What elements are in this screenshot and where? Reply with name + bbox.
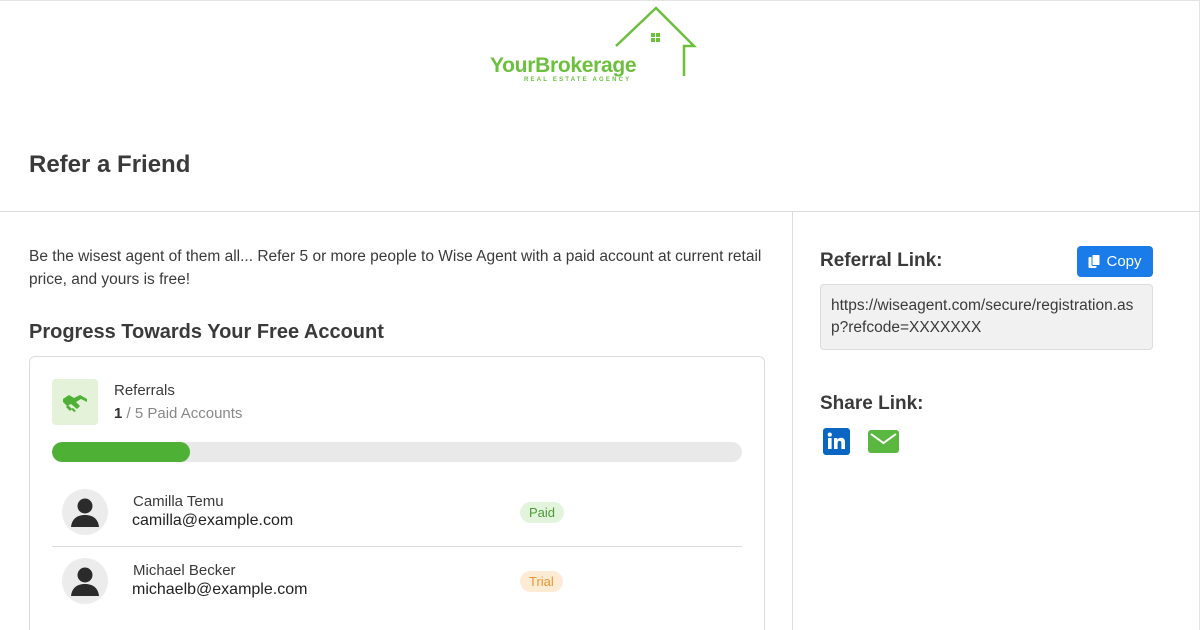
referral-email: camilla@example.com — [132, 512, 294, 529]
envelope-glyph — [870, 433, 897, 445]
linkedin-glyph — [827, 432, 845, 449]
person-icon — [71, 498, 99, 527]
referrals-label: Referrals — [114, 382, 175, 399]
copy-icon — [1088, 254, 1101, 268]
share-link-label: Share Link: — [820, 393, 924, 414]
referral-name: Michael Becker — [133, 562, 236, 579]
brokerage-logo: YourBrokerage REAL ESTATE AGENCY — [488, 6, 698, 88]
referrals-total-text: / 5 Paid Accounts — [126, 405, 243, 422]
referrals-icon-box — [52, 379, 98, 425]
handshake-icon — [63, 395, 87, 412]
logo-tagline: REAL ESTATE AGENCY — [524, 77, 632, 83]
referral-progress-fill — [52, 442, 190, 462]
column-divider — [792, 212, 793, 630]
referral-link-field[interactable]: https://wiseagent.com/secure/registratio… — [820, 284, 1153, 350]
status-badge: Paid — [520, 502, 565, 523]
copy-button[interactable]: Copy — [1077, 246, 1153, 277]
referral-row: Camilla Temu camilla@example.com Paid — [52, 479, 742, 547]
person-icon — [71, 567, 99, 596]
referrals-count-value: 1 — [114, 405, 123, 422]
referral-row: Michael Becker michaelb@example.com Tria… — [52, 548, 742, 616]
referral-link-label: Referral Link: — [820, 250, 943, 271]
copy-button-label: Copy — [1106, 253, 1142, 270]
avatar — [62, 558, 108, 604]
progress-card: Referrals 1 / 5 Paid Accounts Camilla Te… — [29, 356, 765, 630]
title-divider — [0, 211, 1200, 212]
referral-email: michaelb@example.com — [132, 581, 308, 598]
linkedin-icon[interactable] — [823, 428, 850, 455]
referral-name: Camilla Temu — [133, 493, 224, 510]
referrals-count: 1 / 5 Paid Accounts — [114, 405, 242, 422]
progress-heading: Progress Towards Your Free Account — [29, 321, 384, 343]
status-badge: Trial — [520, 571, 563, 592]
logo-name: YourBrokerage — [490, 54, 637, 77]
referral-progress-bar — [52, 442, 742, 462]
intro-text: Be the wisest agent of them all... Refer… — [29, 248, 762, 288]
avatar — [62, 489, 108, 535]
page-title: Refer a Friend — [29, 151, 191, 178]
email-icon[interactable] — [868, 430, 899, 453]
